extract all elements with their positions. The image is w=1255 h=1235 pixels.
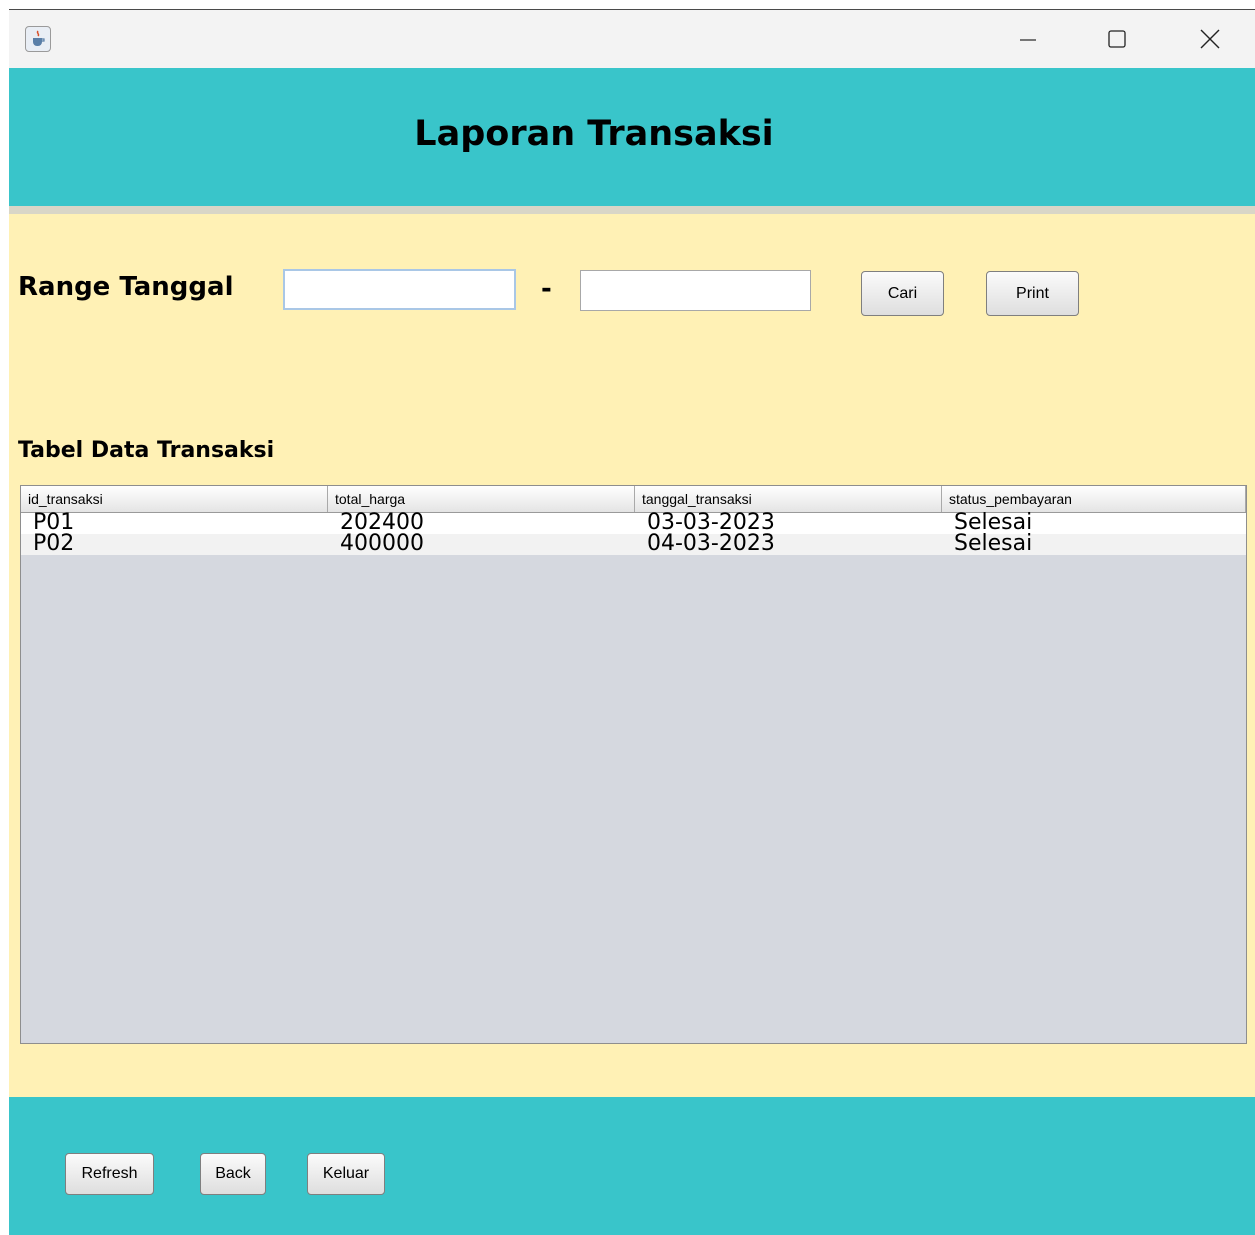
java-cup-icon[interactable] (25, 26, 51, 52)
print-button[interactable]: Print (986, 271, 1079, 316)
range-date-label: Range Tanggal (18, 272, 234, 302)
table-row[interactable]: P01 202400 03-03-2023 Selesai (21, 512, 1246, 534)
close-button[interactable] (1187, 10, 1233, 68)
page-title: Laporan Transaksi (414, 114, 774, 154)
cell-status-pembayaran: Selesai (954, 531, 1033, 556)
minimize-button[interactable] (1005, 10, 1051, 68)
back-button[interactable]: Back (200, 1153, 266, 1195)
cell-id-transaksi: P02 (33, 531, 75, 556)
cell-tanggal-transaksi: 04-03-2023 (647, 531, 775, 556)
table-row[interactable]: P02 400000 04-03-2023 Selesai (21, 531, 1246, 556)
start-date-field[interactable] (283, 269, 516, 310)
table-header: id_transaksi total_harga tanggal_transak… (21, 486, 1246, 513)
header-divider (9, 206, 1255, 214)
title-bar[interactable] (9, 10, 1255, 68)
refresh-button[interactable]: Refresh (65, 1153, 154, 1195)
exit-button[interactable]: Keluar (307, 1153, 385, 1195)
range-separator: - (541, 274, 552, 304)
table-title: Tabel Data Transaksi (18, 438, 275, 463)
column-header-total-harga[interactable]: total_harga (328, 486, 635, 512)
footer-panel: Refresh Back Keluar (9, 1097, 1255, 1235)
close-icon (1200, 29, 1220, 49)
transaction-table[interactable]: id_transaksi total_harga tanggal_transak… (20, 485, 1247, 1044)
maximize-button[interactable] (1094, 10, 1140, 68)
app-window: Laporan Transaksi Range Tanggal - Cari P… (9, 9, 1255, 1235)
end-date-field[interactable] (580, 270, 811, 311)
search-button[interactable]: Cari (861, 271, 944, 316)
column-header-status-pembayaran[interactable]: status_pembayaran (942, 486, 1246, 512)
header-panel: Laporan Transaksi (9, 68, 1255, 206)
column-header-tanggal-transaksi[interactable]: tanggal_transaksi (635, 486, 942, 512)
maximize-icon (1108, 30, 1126, 48)
minimize-icon (1020, 39, 1036, 41)
column-header-id-transaksi[interactable]: id_transaksi (21, 486, 328, 512)
cell-total-harga: 400000 (340, 531, 424, 556)
